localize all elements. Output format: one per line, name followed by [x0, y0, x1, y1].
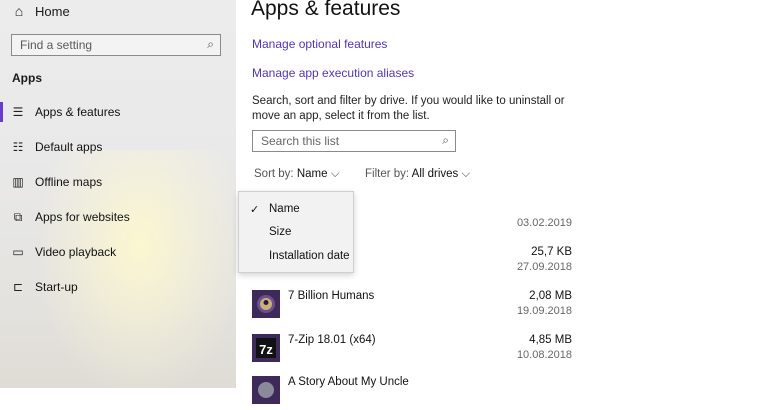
- app-date: 03.02.2019: [516, 217, 572, 229]
- settings-sidebar: ⌂ Home Find a setting ⌕ Apps ☰ Apps & fe…: [0, 0, 236, 388]
- app-size: 4,85 MB: [529, 334, 572, 346]
- section-title: Apps: [12, 71, 42, 85]
- list-item[interactable]: 7 Billion Humans 2,08 MB 19.09.2018: [252, 290, 572, 324]
- list-icon: ☰: [12, 105, 24, 119]
- manage-optional-features-link[interactable]: Manage optional features: [252, 37, 387, 51]
- app-name: A Story About My Uncle: [288, 376, 409, 388]
- sort-option-label: Name: [269, 203, 300, 215]
- sidebar-item-label: Apps for websites: [35, 210, 130, 224]
- seven-zip-icon: 7z: [252, 334, 280, 362]
- sidebar-item-default-apps[interactable]: ☷ Default apps: [0, 134, 236, 160]
- map-icon: ▥: [12, 175, 24, 189]
- sidebar-item-offline-maps[interactable]: ▥ Offline maps: [0, 169, 236, 195]
- app-name: 7 Billion Humans: [288, 290, 375, 302]
- sort-label: Sort by:: [254, 168, 294, 180]
- app-size: 2,08 MB: [529, 290, 572, 302]
- app-date: 19.09.2018: [516, 305, 572, 317]
- list-item[interactable]: A Story About My Uncle: [252, 376, 572, 410]
- sidebar-item-startup[interactable]: ⊏ Start-up: [0, 274, 236, 300]
- app-date: 27.09.2018: [516, 261, 572, 273]
- sidebar-item-label: Apps & features: [35, 105, 121, 119]
- app-name: 7-Zip 18.01 (x64): [288, 334, 376, 346]
- home-label: Home: [35, 3, 70, 19]
- filter-value: All drives: [411, 168, 459, 180]
- search-icon: ⌕: [207, 37, 214, 51]
- filter-dropdown[interactable]: Filter by: All drives ⌵: [365, 168, 470, 181]
- web-link-icon: ⧉: [13, 209, 23, 224]
- manage-execution-aliases-link[interactable]: Manage app execution aliases: [252, 66, 414, 80]
- home-icon: ⌂: [14, 3, 24, 19]
- svg-text:7z: 7z: [259, 342, 273, 357]
- default-apps-icon: ☷: [12, 140, 24, 154]
- sort-dropdown[interactable]: Sort by: Name ⌵: [254, 168, 339, 181]
- sidebar-item-label: Start-up: [35, 280, 78, 294]
- active-indicator: [0, 102, 3, 122]
- home-nav[interactable]: ⌂ Home: [12, 3, 70, 19]
- chevron-down-icon: ⌵: [330, 168, 340, 180]
- description-text: Search, sort and filter by drive. If you…: [252, 95, 565, 122]
- sort-option-label: Size: [269, 226, 292, 238]
- sidebar-item-video-playback[interactable]: ▭ Video playback: [0, 239, 236, 265]
- page-title: Apps & features: [251, 0, 401, 20]
- search-list-placeholder: Search this list: [261, 134, 340, 148]
- list-item[interactable]: 7z 7-Zip 18.01 (x64) 4,85 MB 10.08.2018: [252, 334, 572, 368]
- search-list-input[interactable]: Search this list ⌕: [252, 130, 456, 152]
- checkmark-icon: ✓: [250, 204, 260, 216]
- story-about-my-uncle-icon: [252, 376, 280, 404]
- find-setting-placeholder: Find a setting: [20, 38, 93, 52]
- sort-option-label: Installation date: [269, 250, 350, 262]
- sidebar-item-apps-features[interactable]: ☰ Apps & features: [0, 99, 236, 125]
- sort-menu: ✓ Name Size Installation date: [238, 191, 354, 273]
- seven-billion-humans-icon: [252, 290, 280, 318]
- sidebar-item-label: Default apps: [35, 140, 103, 154]
- sort-option-name[interactable]: ✓ Name: [239, 199, 353, 222]
- sidebar-item-apps-for-websites[interactable]: ⧉ Apps for websites: [0, 204, 236, 230]
- app-size: 25,7 KB: [531, 246, 572, 258]
- video-icon: ▭: [12, 245, 24, 259]
- startup-icon: ⊏: [12, 280, 24, 294]
- sidebar-item-label: Offline maps: [35, 175, 103, 189]
- app-date: 10.08.2018: [516, 349, 572, 361]
- sort-option-installation-date[interactable]: Installation date: [239, 246, 353, 269]
- search-icon: ⌕: [442, 133, 449, 147]
- chevron-down-icon: ⌵: [461, 168, 471, 180]
- sort-option-size[interactable]: Size: [239, 222, 353, 245]
- find-setting-input[interactable]: Find a setting ⌕: [11, 34, 221, 56]
- filter-label: Filter by:: [365, 168, 410, 180]
- sidebar-item-label: Video playback: [35, 245, 117, 259]
- sort-value: Name: [296, 168, 328, 180]
